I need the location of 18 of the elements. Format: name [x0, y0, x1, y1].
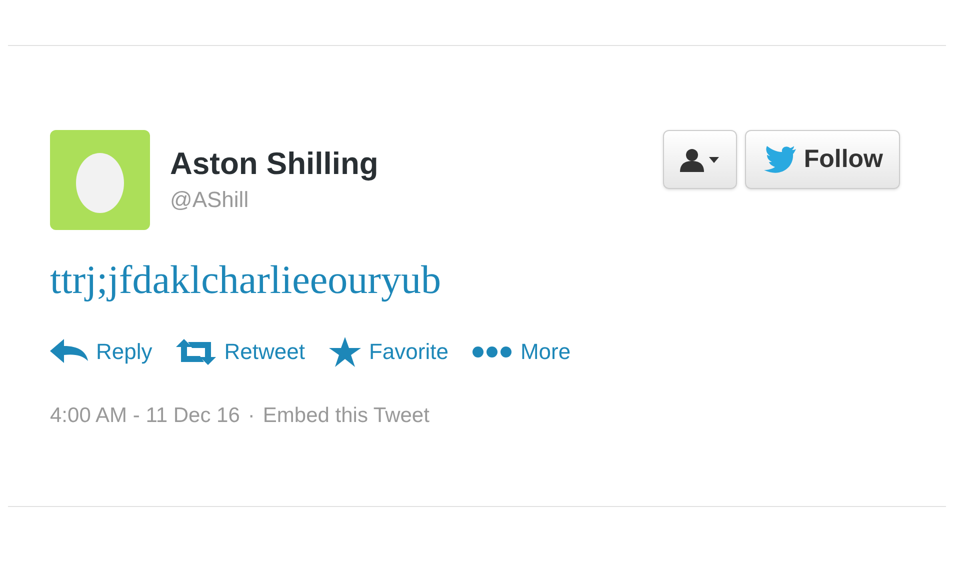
- timestamp: 4:00 AM - 11 Dec 16: [50, 403, 240, 429]
- user-icon: [680, 148, 720, 172]
- reply-icon: [50, 338, 88, 364]
- reply-button[interactable]: Reply: [50, 335, 152, 368]
- more-icon: [472, 346, 512, 358]
- tweet-text: ttrj;jfdaklcharlieeouryub: [50, 260, 442, 300]
- star-icon: [328, 336, 361, 366]
- favorite-button[interactable]: Favorite: [328, 335, 448, 368]
- user-name: Aston Shilling: [170, 148, 378, 179]
- separator: ·: [248, 403, 255, 429]
- embed-link[interactable]: Embed this Tweet: [262, 400, 430, 432]
- user-handle: @AShill: [170, 189, 250, 211]
- bird-icon: [762, 146, 796, 174]
- user-menu-button[interactable]: [662, 130, 737, 189]
- retweet-button[interactable]: Retweet: [176, 335, 305, 368]
- retweet-icon: [176, 338, 216, 364]
- more-button[interactable]: More: [472, 335, 571, 368]
- follow-button[interactable]: Follow: [744, 130, 900, 189]
